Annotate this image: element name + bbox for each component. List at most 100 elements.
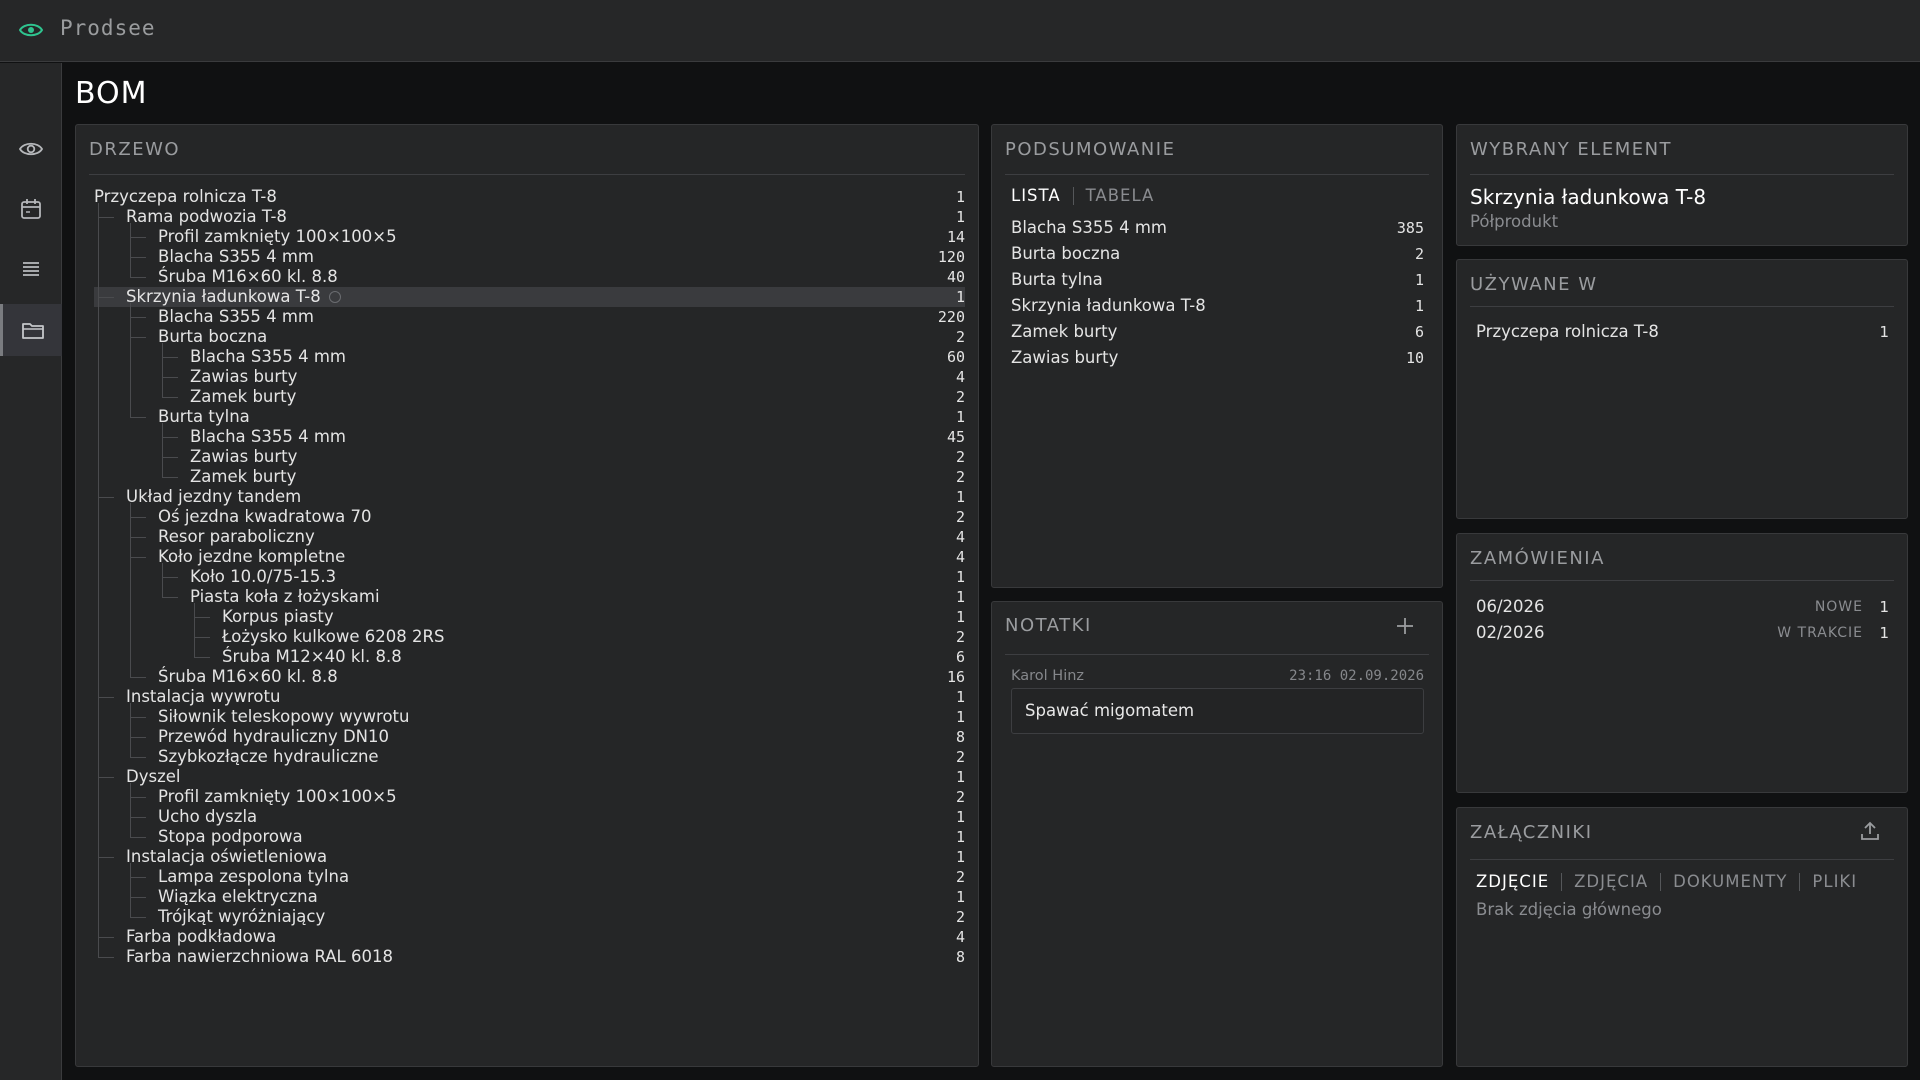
tree-row-qty: 120	[937, 248, 965, 266]
tab-lista[interactable]: LISTA	[1011, 186, 1061, 205]
tree-row[interactable]: Wiązka elektryczna 1	[94, 887, 965, 907]
tab-zdjecie[interactable]: ZDJĘCIE	[1476, 872, 1549, 891]
tree-row[interactable]: Rama podwozia T-8 1	[94, 207, 965, 227]
attachments-panel: ZAŁĄCZNIKI ZDJĘCIE ZDJĘCIA DOKUMENTY PLI…	[1456, 807, 1908, 1067]
tree-connector	[98, 957, 114, 958]
tree-row[interactable]: Korpus piasty 1	[94, 607, 965, 627]
tree-row[interactable]: Zawias burty 2	[94, 447, 965, 467]
tree-row[interactable]: Instalacja oświetleniowa 1	[94, 847, 965, 867]
tree-row[interactable]: Blacha S355 4 mm 45	[94, 427, 965, 447]
tree-row-label: Łożysko kulkowe 6208 2RS	[222, 627, 445, 646]
tree-row[interactable]: Skrzynia ładunkowa T-8 1	[94, 287, 965, 307]
tab-dokumenty[interactable]: DOKUMENTY	[1673, 872, 1787, 891]
tree-row-qty: 1	[955, 848, 965, 866]
tree-row-qty: 14	[946, 228, 965, 246]
summary-list: Blacha S355 4 mm 385 Burta boczna 2 Burta ty…	[1011, 215, 1424, 371]
tree-connector	[98, 497, 114, 498]
sidebar-item-list[interactable]	[0, 243, 62, 295]
summary-row-label: Burta tylna	[1011, 270, 1103, 289]
note-body[interactable]: Spawać migomatem	[1011, 688, 1424, 734]
tree-row[interactable]: Koło 10.0/75-15.3 1	[94, 567, 965, 587]
tree-panel-header: DRZEWO	[89, 125, 965, 175]
add-note-button[interactable]	[1394, 615, 1416, 637]
tree-row-qty: 1	[955, 828, 965, 846]
sidebar-item-preview[interactable]	[0, 123, 62, 175]
tree-row-label: Trójkąt wyróżniający	[158, 907, 326, 926]
tree-row-label: Zawias burty	[190, 367, 298, 386]
tree-row[interactable]: Stopa podporowa 1	[94, 827, 965, 847]
tree-connector	[162, 457, 178, 458]
tab-tabela[interactable]: TABELA	[1086, 186, 1155, 205]
tree-row[interactable]: Szybkozłącze hydrauliczne 2	[94, 747, 965, 767]
tree-row-label: Blacha S355 4 mm	[158, 247, 315, 266]
summary-row[interactable]: Zawias burty 10	[1011, 345, 1424, 371]
tree-row[interactable]: Blacha S355 4 mm 60	[94, 347, 965, 367]
tree-row[interactable]: Oś jezdna kwadratowa 70 2	[94, 507, 965, 527]
tree-row[interactable]: Burta boczna 2	[94, 327, 965, 347]
tree-connector	[98, 697, 114, 698]
sidebar-item-calendar[interactable]	[0, 183, 62, 235]
tree-row-label: Lampa zespolona tylna	[158, 867, 350, 886]
tree-row[interactable]: Zawias burty 4	[94, 367, 965, 387]
tree-row-label: Skrzynia ładunkowa T-8	[126, 287, 321, 306]
sidebar-item-folder[interactable]	[0, 304, 62, 356]
tree-connector	[130, 417, 146, 418]
attachments-empty-text: Brak zdjęcia głównego	[1476, 900, 1662, 919]
tree-row[interactable]: Profil zamknięty 100×100×5 14	[94, 227, 965, 247]
tree-row-label: Dyszel	[126, 767, 181, 786]
tree-row[interactable]: Śruba M16×60 kl. 8.8 40	[94, 267, 965, 287]
orders-panel: ZAMÓWIENIA 06/2026 NOWE 1 02/2026 W TRAK…	[1456, 533, 1908, 793]
summary-row[interactable]: Zamek burty 6	[1011, 319, 1424, 345]
tree-row[interactable]: Przyczepa rolnicza T-8 1	[94, 187, 965, 207]
tree-connector	[194, 637, 210, 638]
tree-row[interactable]: Blacha S355 4 mm 120	[94, 247, 965, 267]
summary-row[interactable]: Skrzynia ładunkowa T-8 1	[1011, 293, 1424, 319]
order-row[interactable]: 02/2026 W TRAKCIE 1	[1476, 621, 1889, 645]
used-in-qty: 1	[1879, 323, 1889, 341]
tree-row[interactable]: Profil zamknięty 100×100×5 2	[94, 787, 965, 807]
tree-row[interactable]: Dyszel 1	[94, 767, 965, 787]
tree-row[interactable]: Przewód hydrauliczny DN10 8	[94, 727, 965, 747]
tree-row[interactable]: Ucho dyszla 1	[94, 807, 965, 827]
summary-row[interactable]: Burta tylna 1	[1011, 267, 1424, 293]
tree-row[interactable]: Burta tylna 1	[94, 407, 965, 427]
tree-row-label: Farba nawierzchniowa RAL 6018	[126, 947, 393, 966]
tree-row[interactable]: Łożysko kulkowe 6208 2RS 2	[94, 627, 965, 647]
summary-row[interactable]: Burta boczna 2	[1011, 241, 1424, 267]
tree-row[interactable]: Siłownik teleskopowy wywrotu 1	[94, 707, 965, 727]
tree-row[interactable]: Trójkąt wyróżniający 2	[94, 907, 965, 927]
tree-row[interactable]: Blacha S355 4 mm 220	[94, 307, 965, 327]
tree-row[interactable]: Resor paraboliczny 4	[94, 527, 965, 547]
tree-row[interactable]: Instalacja wywrotu 1	[94, 687, 965, 707]
tree-row-qty: 2	[955, 328, 965, 346]
order-row[interactable]: 06/2026 NOWE 1	[1476, 595, 1889, 619]
upload-icon[interactable]	[1859, 820, 1881, 842]
notes-panel-title: NOTATKI	[1005, 615, 1092, 636]
summary-row[interactable]: Blacha S355 4 mm 385	[1011, 215, 1424, 241]
tree-connector	[130, 703, 131, 758]
tree-row[interactable]: Farba nawierzchniowa RAL 6018 8	[94, 947, 965, 967]
tree-row[interactable]: Koło jezdne kompletne 4	[94, 547, 965, 567]
tree-row[interactable]: Śruba M12×40 kl. 8.8 6	[94, 647, 965, 667]
tree-row-qty: 1	[955, 768, 965, 786]
tree-row-label: Blacha S355 4 mm	[190, 427, 347, 446]
tree-row[interactable]: Piasta koła z łożyskami 1	[94, 587, 965, 607]
tree-row[interactable]: Farba podkładowa 4	[94, 927, 965, 947]
tab-pliki[interactable]: PLIKI	[1812, 872, 1857, 891]
tree-connector	[98, 297, 114, 298]
tab-zdjecia[interactable]: ZDJĘCIA	[1574, 872, 1648, 891]
tree-row[interactable]: Lampa zespolona tylna 2	[94, 867, 965, 887]
used-in-row[interactable]: Przyczepa rolnicza T-8 1	[1476, 320, 1889, 344]
tree-row-label: Koło jezdne kompletne	[158, 547, 346, 566]
sidebar	[0, 63, 62, 1080]
tree-row-qty: 60	[946, 348, 965, 366]
notes-panel-header: NOTATKI	[1005, 602, 1429, 655]
tree-row[interactable]: Układ jezdny tandem 1	[94, 487, 965, 507]
tree-connector	[130, 677, 146, 678]
tree-row-label: Oś jezdna kwadratowa 70	[158, 507, 372, 526]
tree-row[interactable]: Zamek burty 2	[94, 387, 965, 407]
tree-row[interactable]: Zamek burty 2	[94, 467, 965, 487]
tree-row[interactable]: Śruba M16×60 kl. 8.8 16	[94, 667, 965, 687]
tree-row-label: Przyczepa rolnicza T-8	[94, 187, 277, 206]
tree-connector	[98, 857, 114, 858]
